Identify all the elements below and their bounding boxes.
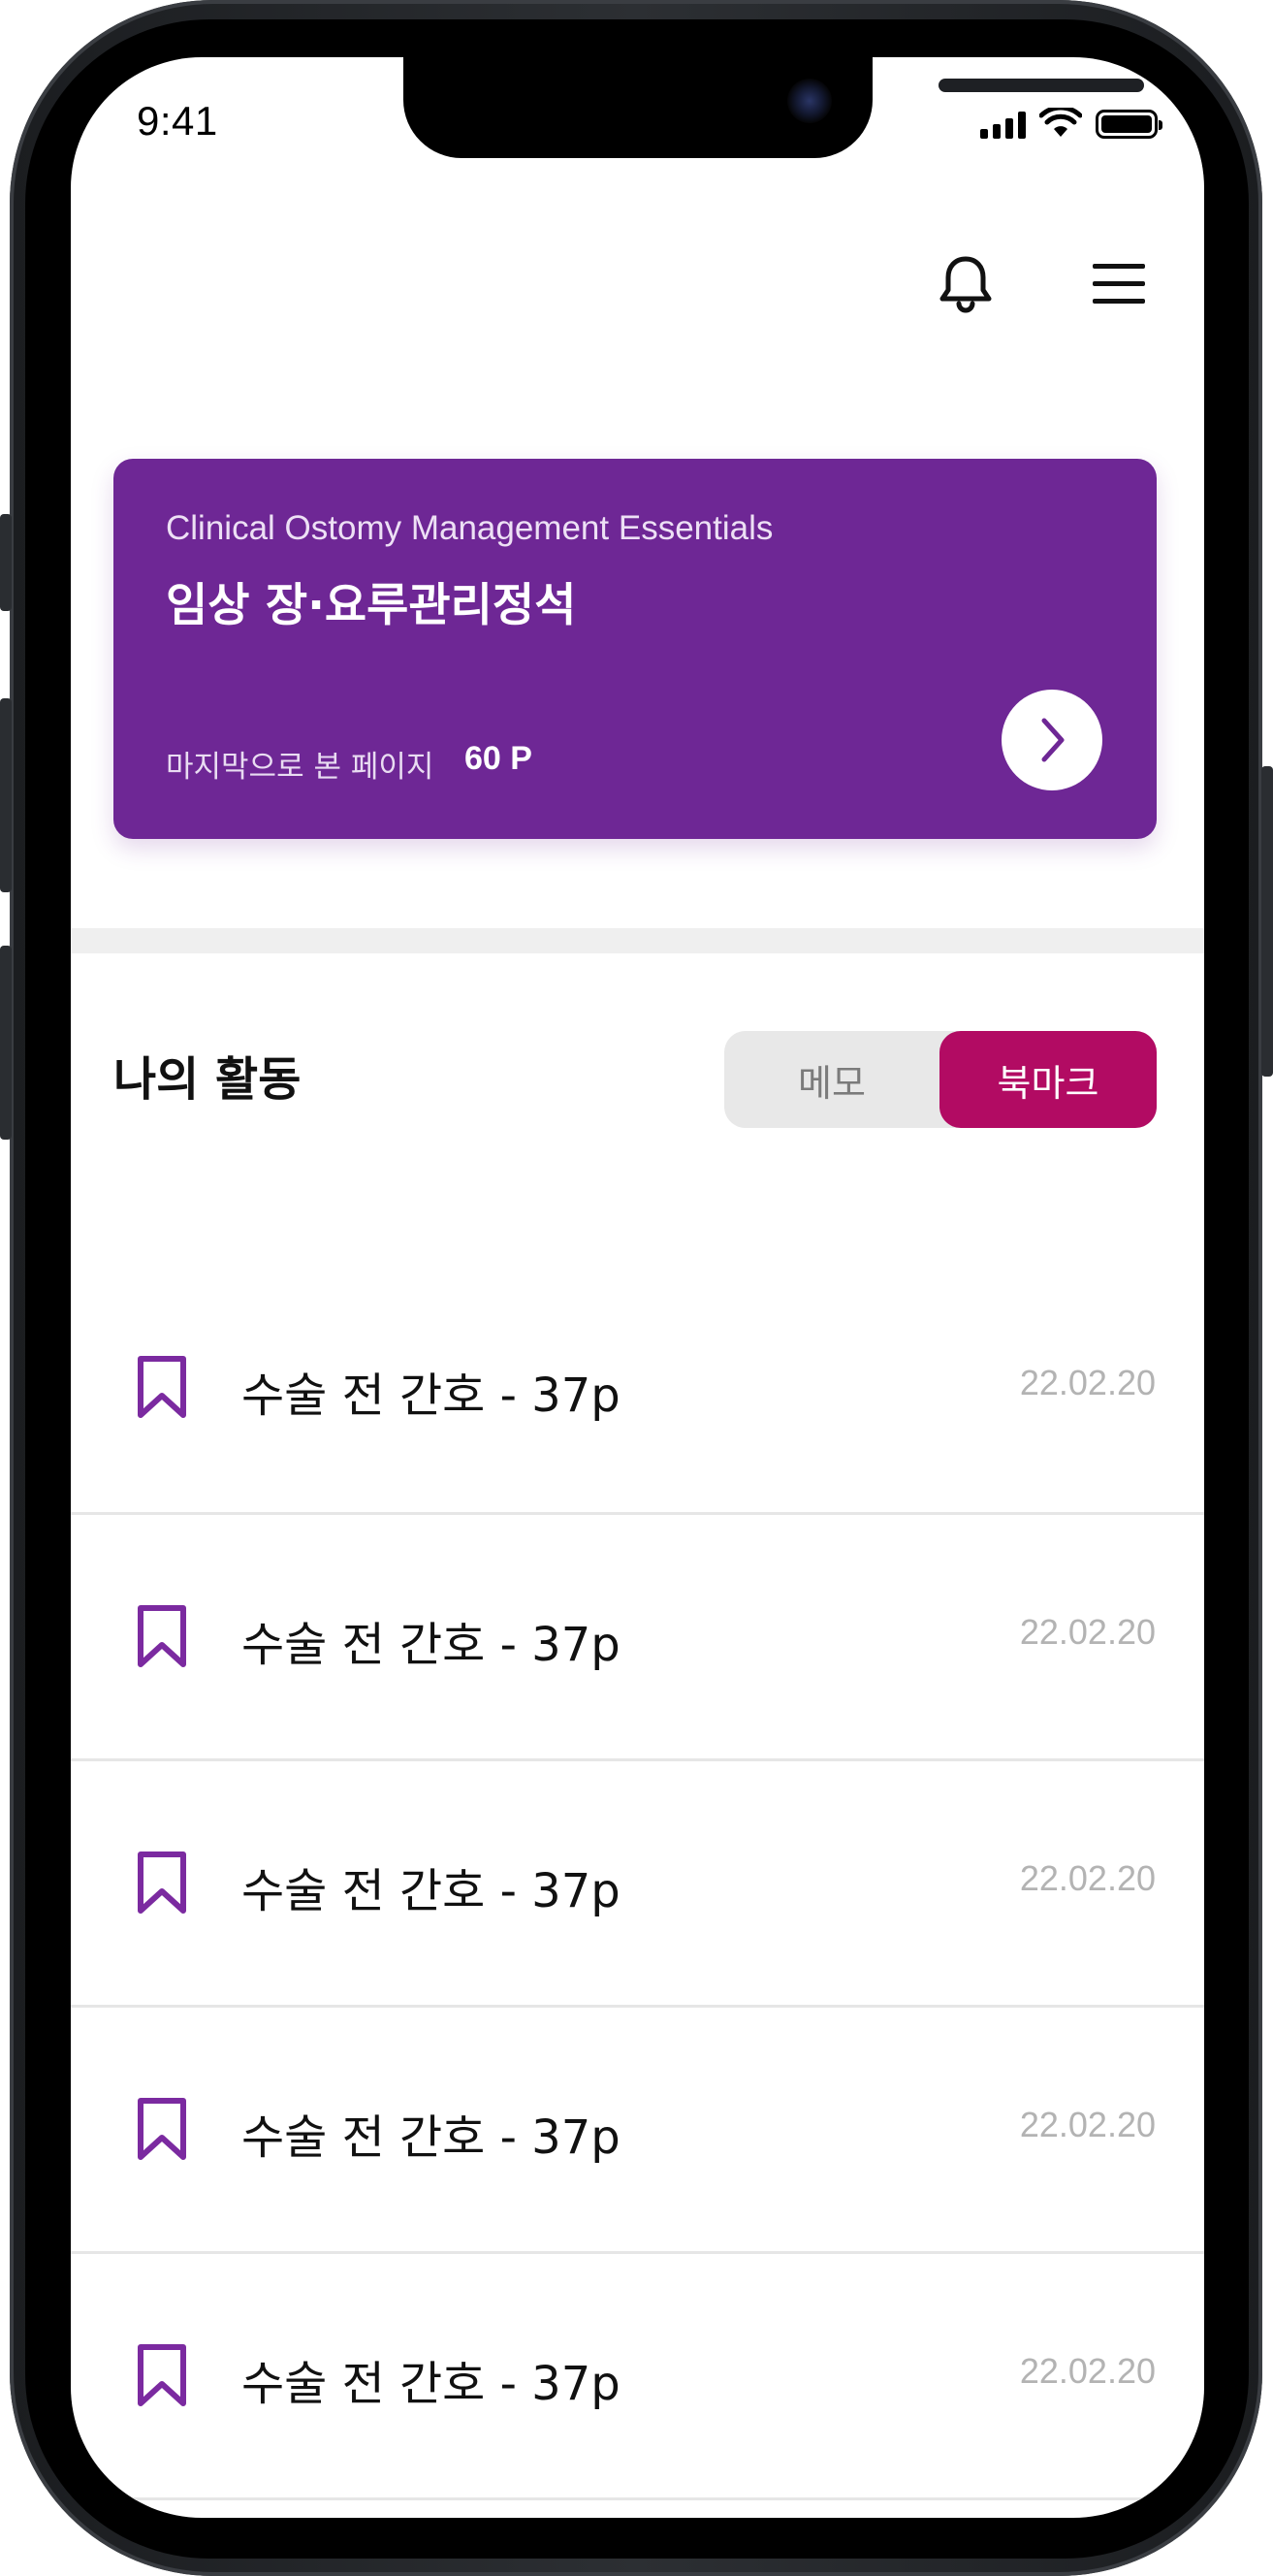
continue-reading-button[interactable] (1002, 690, 1102, 790)
bookmark-icon (138, 2098, 186, 2160)
front-camera (787, 79, 832, 123)
bookmark-title: 수술 전 간호 - 37p (241, 2110, 621, 2165)
list-item[interactable]: 수술 전 간호 - 37p 22.02.20 (71, 2254, 1204, 2500)
bookmark-title: 수술 전 간호 - 37p (241, 1618, 621, 1672)
list-item[interactable]: 수술 전 간호 - 37p 22.02.20 (71, 1266, 1204, 1515)
menu-icon[interactable] (1084, 249, 1154, 319)
bookmark-date: 22.02.20 (1019, 1612, 1156, 1652)
signal-icon (980, 112, 1026, 139)
bookmark-icon (138, 1852, 186, 1914)
power-button (1261, 766, 1273, 1077)
section-divider (71, 928, 1204, 953)
bookmark-date: 22.02.20 (1019, 2105, 1156, 2144)
activity-tab-switch: 메모 북마크 (724, 1031, 1157, 1128)
battery-icon (1096, 110, 1162, 139)
bookmark-title: 수술 전 간호 - 37p (241, 1864, 621, 1918)
volume-up-button (0, 698, 12, 892)
volume-down-button (0, 946, 12, 1140)
list-item[interactable]: 수술 전 간호 - 37p 22.02.20 (71, 1761, 1204, 2008)
chevron-right-icon (1041, 718, 1065, 762)
bookmark-title: 수술 전 간호 - 37p (241, 2357, 621, 2411)
bookmark-date: 22.02.20 (1019, 2351, 1156, 2391)
recent-book-card[interactable]: Clinical Ostomy Management Essentials 임상… (113, 459, 1157, 839)
bell-icon[interactable] (931, 249, 1001, 319)
last-page-label: 마지막으로 본 페이지 (166, 750, 434, 785)
bookmark-icon (138, 2344, 186, 2406)
list-item[interactable]: 수술 전 간호 - 37p 22.02.20 (71, 2008, 1204, 2254)
bookmark-date: 22.02.20 (1019, 1858, 1156, 1898)
bookmark-title: 수술 전 간호 - 37p (241, 1368, 621, 1423)
tab-bookmark[interactable]: 북마크 (939, 1031, 1157, 1128)
activity-title: 나의 활동 (113, 1052, 302, 1107)
status-time: 9:41 (137, 98, 218, 144)
tab-memo[interactable]: 메모 (724, 1031, 939, 1128)
app-screen: 9:41 Clinical Ostomy Management Essentia… (71, 57, 1204, 2518)
book-title-ko: 임상 장·요루관리정석 (166, 579, 577, 632)
last-page-value: 60 P (464, 740, 532, 777)
notch (403, 57, 1144, 158)
speaker-grille (939, 79, 1144, 92)
list-item[interactable]: 수술 전 간호 - 37p 22.02.20 (71, 1515, 1204, 1761)
wifi-icon (1039, 108, 1082, 137)
bookmark-list: 수술 전 간호 - 37p 22.02.20 수술 전 간호 - 37p 22.… (71, 1266, 1204, 2500)
bookmark-date: 22.02.20 (1019, 1363, 1156, 1402)
status-icons (980, 108, 1162, 139)
silent-switch (0, 514, 12, 611)
bookmark-icon (138, 1605, 186, 1667)
bookmark-icon (138, 1356, 186, 1418)
phone-device: 9:41 Clinical Ostomy Management Essentia… (0, 0, 1273, 2576)
book-title-en: Clinical Ostomy Management Essentials (166, 509, 774, 547)
